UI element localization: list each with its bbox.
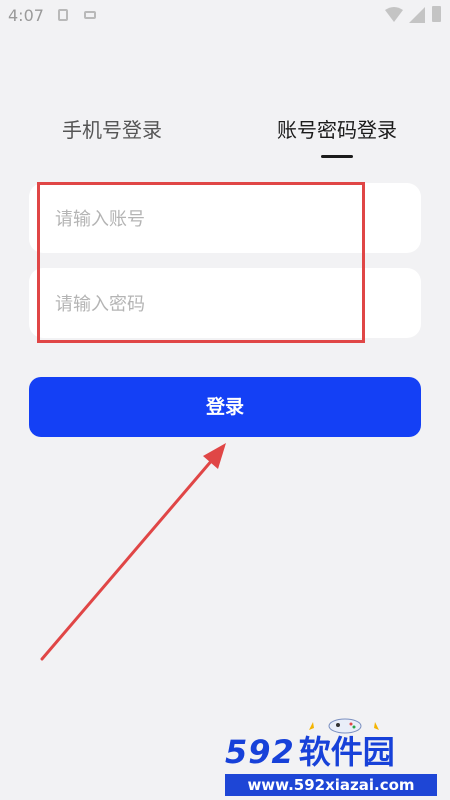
watermark-digits: 592 xyxy=(225,733,295,771)
watermark-url: www.592xiazai.com xyxy=(225,774,437,796)
watermark-name: 软件园 xyxy=(298,733,395,771)
watermark-logo: 592 软件园 www.592xiazai.com xyxy=(225,730,443,798)
annotation-arrow xyxy=(40,443,226,661)
